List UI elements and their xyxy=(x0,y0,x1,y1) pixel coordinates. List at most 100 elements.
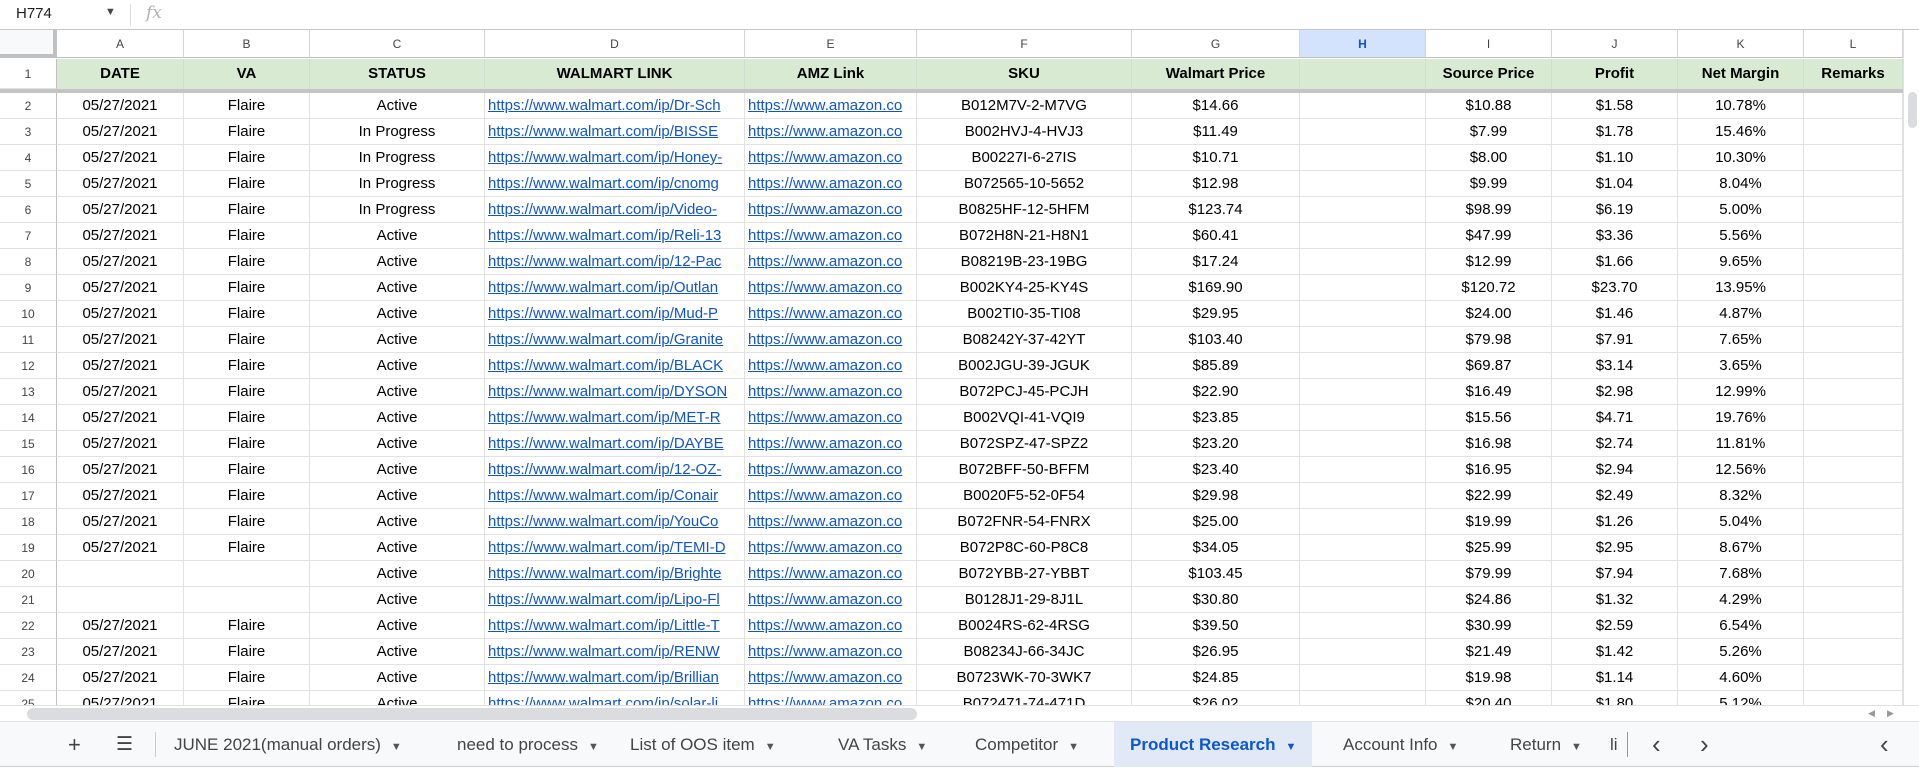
cell-a[interactable]: 05/27/2021 xyxy=(57,639,184,665)
row-number[interactable]: 9 xyxy=(0,275,57,301)
cell-h[interactable] xyxy=(1300,275,1426,301)
cell-b[interactable]: Flaire xyxy=(184,171,310,197)
cell-h[interactable] xyxy=(1300,119,1426,145)
header-cell-d[interactable]: WALMART LINK xyxy=(485,59,745,89)
cell-c[interactable]: Active xyxy=(310,587,485,613)
cell-b[interactable]: Flaire xyxy=(184,405,310,431)
cell-c[interactable]: In Progress xyxy=(310,145,485,171)
sheet-tab-return[interactable]: Return ▼ xyxy=(1494,722,1598,767)
cell-i[interactable]: $21.49 xyxy=(1426,639,1552,665)
cell-l[interactable] xyxy=(1804,301,1903,327)
row-number[interactable]: 22 xyxy=(0,613,57,639)
amazon-link[interactable]: https://www.amazon.co xyxy=(745,197,917,223)
cell-c[interactable]: Active xyxy=(310,691,485,706)
header-cell-k[interactable]: Net Margin xyxy=(1678,59,1804,89)
cell-g[interactable]: $29.95 xyxy=(1132,301,1300,327)
header-cell-a[interactable]: DATE xyxy=(57,59,184,89)
cell-f[interactable]: B0024RS-62-4RSG xyxy=(917,613,1132,639)
cell-h[interactable] xyxy=(1300,145,1426,171)
cell-j[interactable]: $1.32 xyxy=(1552,587,1678,613)
cell-l[interactable] xyxy=(1804,379,1903,405)
cell-j[interactable]: $2.74 xyxy=(1552,431,1678,457)
cell-g[interactable]: $123.74 xyxy=(1132,197,1300,223)
column-header-g[interactable]: G xyxy=(1132,30,1300,58)
cell-k[interactable]: 12.56% xyxy=(1678,457,1804,483)
walmart-link[interactable]: https://www.walmart.com/ip/DAYBE xyxy=(485,431,745,457)
amazon-link[interactable]: https://www.amazon.co xyxy=(745,249,917,275)
column-header-b[interactable]: B xyxy=(184,30,310,58)
cell-f[interactable]: B0723WK-70-3WK7 xyxy=(917,665,1132,691)
walmart-link[interactable]: https://www.walmart.com/ip/Brighte xyxy=(485,561,745,587)
cell-f[interactable]: B002HVJ-4-HVJ3 xyxy=(917,119,1132,145)
sheet-tab-need-to-process[interactable]: need to process ▼ xyxy=(441,722,615,767)
amazon-link[interactable]: https://www.amazon.co xyxy=(745,561,917,587)
amazon-link[interactable]: https://www.amazon.co xyxy=(745,171,917,197)
cell-h[interactable] xyxy=(1300,483,1426,509)
walmart-link[interactable]: https://www.walmart.com/ip/Video- xyxy=(485,197,745,223)
cell-g[interactable]: $25.00 xyxy=(1132,509,1300,535)
row-number[interactable]: 21 xyxy=(0,587,57,613)
cell-l[interactable] xyxy=(1804,405,1903,431)
walmart-link[interactable]: https://www.walmart.com/ip/12-OZ- xyxy=(485,457,745,483)
cell-g[interactable]: $60.41 xyxy=(1132,223,1300,249)
walmart-link[interactable]: https://www.walmart.com/ip/Dr-Sch xyxy=(485,93,745,119)
cell-j[interactable]: $1.14 xyxy=(1552,665,1678,691)
cell-c[interactable]: Active xyxy=(310,327,485,353)
row-number[interactable]: 6 xyxy=(0,197,57,223)
cell-a[interactable]: 05/27/2021 xyxy=(57,431,184,457)
cell-b[interactable]: Flaire xyxy=(184,509,310,535)
sheet-tab-account-info[interactable]: Account Info ▼ xyxy=(1327,722,1474,767)
column-header-e[interactable]: E xyxy=(745,30,917,58)
column-header-h[interactable]: H xyxy=(1300,30,1426,58)
cell-h[interactable] xyxy=(1300,171,1426,197)
cell-i[interactable]: $16.98 xyxy=(1426,431,1552,457)
cell-h[interactable] xyxy=(1300,587,1426,613)
cell-f[interactable]: B072565-10-5652 xyxy=(917,171,1132,197)
cell-i[interactable]: $69.87 xyxy=(1426,353,1552,379)
cell-f[interactable]: B072P8C-60-P8C8 xyxy=(917,535,1132,561)
cell-i[interactable]: $24.00 xyxy=(1426,301,1552,327)
amazon-link[interactable]: https://www.amazon.co xyxy=(745,145,917,171)
sheet-tab-product-research[interactable]: Product Research ▼ xyxy=(1114,722,1313,767)
collapse-sidepanel-icon[interactable]: ‹ xyxy=(1880,722,1889,767)
cell-c[interactable]: Active xyxy=(310,535,485,561)
cell-c[interactable]: In Progress xyxy=(310,171,485,197)
header-cell-l[interactable]: Remarks xyxy=(1804,59,1903,89)
column-header-i[interactable]: I xyxy=(1426,30,1552,58)
cell-l[interactable] xyxy=(1804,353,1903,379)
scroll-tabs-left-icon[interactable]: ‹ xyxy=(1652,722,1661,767)
cell-k[interactable]: 11.81% xyxy=(1678,431,1804,457)
tab-dropdown-icon[interactable]: ▼ xyxy=(1571,741,1582,753)
cell-b[interactable]: Flaire xyxy=(184,249,310,275)
cell-i[interactable]: $8.00 xyxy=(1426,145,1552,171)
walmart-link[interactable]: https://www.walmart.com/ip/BISSE xyxy=(485,119,745,145)
cell-g[interactable]: $30.80 xyxy=(1132,587,1300,613)
sheet-tab-va-tasks[interactable]: VA Tasks ▼ xyxy=(822,722,943,767)
cell-f[interactable]: B0020F5-52-0F54 xyxy=(917,483,1132,509)
walmart-link[interactable]: https://www.walmart.com/ip/Lipo-Fl xyxy=(485,587,745,613)
amazon-link[interactable]: https://www.amazon.co xyxy=(745,639,917,665)
cell-i[interactable]: $47.99 xyxy=(1426,223,1552,249)
walmart-link[interactable]: https://www.walmart.com/ip/solar-li xyxy=(485,691,745,706)
cell-f[interactable]: B072FNR-54-FNRX xyxy=(917,509,1132,535)
cell-b[interactable]: Flaire xyxy=(184,119,310,145)
name-box[interactable]: H774 xyxy=(16,5,52,22)
cell-h[interactable] xyxy=(1300,353,1426,379)
header-cell-i[interactable]: Source Price xyxy=(1426,59,1552,89)
cell-g[interactable]: $24.85 xyxy=(1132,665,1300,691)
cell-j[interactable]: $1.42 xyxy=(1552,639,1678,665)
cell-a[interactable]: 05/27/2021 xyxy=(57,119,184,145)
cell-l[interactable] xyxy=(1804,535,1903,561)
column-header-c[interactable]: C xyxy=(310,30,485,58)
cell-k[interactable]: 9.65% xyxy=(1678,249,1804,275)
cell-c[interactable]: Active xyxy=(310,223,485,249)
cell-g[interactable]: $17.24 xyxy=(1132,249,1300,275)
walmart-link[interactable]: https://www.walmart.com/ip/cnomg xyxy=(485,171,745,197)
cell-h[interactable] xyxy=(1300,379,1426,405)
cell-k[interactable]: 8.67% xyxy=(1678,535,1804,561)
cell-h[interactable] xyxy=(1300,665,1426,691)
row-number[interactable]: 5 xyxy=(0,171,57,197)
cell-i[interactable]: $16.49 xyxy=(1426,379,1552,405)
cell-g[interactable]: $29.98 xyxy=(1132,483,1300,509)
amazon-link[interactable]: https://www.amazon.co xyxy=(745,353,917,379)
